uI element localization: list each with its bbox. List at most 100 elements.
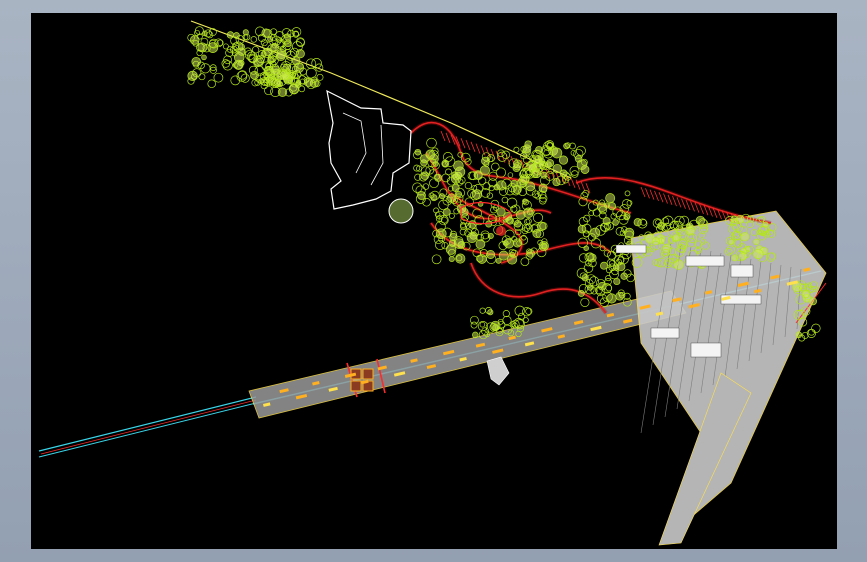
parking-stall-line xyxy=(649,189,655,200)
tree-canopy xyxy=(753,238,760,246)
tree-canopy xyxy=(736,214,745,224)
tree-canopy xyxy=(753,248,764,260)
existing-building-wing xyxy=(370,124,384,186)
tree-canopy xyxy=(491,162,500,172)
tree-canopy xyxy=(552,163,562,174)
promenade-planter xyxy=(362,368,374,380)
tree-canopy xyxy=(298,85,306,93)
parking-stall-line xyxy=(640,186,646,198)
tree-canopy xyxy=(426,137,437,149)
tree-canopy xyxy=(624,190,631,197)
tree-canopy xyxy=(801,290,810,299)
tree-canopy xyxy=(621,199,632,209)
tree-canopy xyxy=(738,252,747,261)
tree-canopy xyxy=(795,331,803,339)
parking-stall-line xyxy=(645,188,650,199)
tree-canopy xyxy=(279,70,290,81)
tree-canopy xyxy=(809,297,817,306)
tree-canopy xyxy=(504,229,515,240)
tree-canopy xyxy=(686,222,694,230)
promenade-pavilion xyxy=(486,356,510,386)
tree-canopy xyxy=(305,67,317,79)
tree-canopy xyxy=(575,145,586,156)
tree-canopy xyxy=(448,255,455,263)
tree-canopy xyxy=(305,58,317,69)
tree-canopy xyxy=(233,59,244,70)
tree-canopy xyxy=(580,165,590,174)
tree-canopy xyxy=(487,232,494,240)
tree-canopy xyxy=(451,183,460,192)
tree-canopy xyxy=(522,198,528,204)
tree-canopy xyxy=(481,156,490,166)
tree-canopy xyxy=(311,58,322,69)
tree-canopy xyxy=(288,83,300,94)
tree-canopy xyxy=(551,147,563,159)
parking-stall-line xyxy=(580,181,586,192)
tree-canopy xyxy=(605,193,616,204)
parking-stall-line xyxy=(570,177,576,188)
tree-canopy xyxy=(448,212,455,219)
tree-canopy xyxy=(695,215,706,226)
tree-canopy xyxy=(479,307,486,314)
tree-canopy xyxy=(213,72,224,83)
plaza-building-block xyxy=(615,244,647,254)
plaza-building-block xyxy=(730,264,754,278)
parking-stall-line xyxy=(460,138,466,149)
parking-stall-line xyxy=(676,197,682,208)
tree-canopy xyxy=(455,253,466,264)
parking-stall-line xyxy=(440,130,446,142)
tree-canopy xyxy=(207,79,216,89)
tree-canopy xyxy=(434,173,443,182)
tree-canopy xyxy=(222,60,233,71)
tree-canopy xyxy=(501,196,509,204)
tree-canopy xyxy=(464,181,473,190)
tree-canopy xyxy=(740,232,750,242)
tree-canopy xyxy=(270,43,279,52)
tree-canopy xyxy=(571,170,579,178)
parking-stall-line xyxy=(470,141,476,152)
tree-canopy xyxy=(189,35,200,45)
tree-canopy xyxy=(620,272,628,280)
tree-canopy xyxy=(495,257,502,264)
tree-canopy xyxy=(600,261,608,270)
tree-canopy xyxy=(587,253,597,263)
plaza-building-block xyxy=(650,327,680,339)
tree-canopy xyxy=(470,315,479,325)
tree-canopy xyxy=(487,309,494,316)
tree-canopy xyxy=(475,239,486,249)
tree-canopy xyxy=(522,144,532,154)
tree-canopy xyxy=(603,202,610,209)
tree-canopy xyxy=(275,51,286,62)
tree-canopy xyxy=(552,178,561,187)
tree-canopy xyxy=(532,212,544,223)
tree-canopy xyxy=(250,36,258,43)
tree-canopy xyxy=(811,323,821,333)
tree-canopy xyxy=(613,277,621,286)
tree-canopy xyxy=(673,259,684,270)
tree-canopy xyxy=(577,289,585,297)
tree-canopy xyxy=(420,154,429,164)
entrance-axis-line xyxy=(38,402,257,458)
tree-canopy xyxy=(479,321,486,328)
tree-canopy xyxy=(615,291,625,301)
tree-canopy xyxy=(222,43,229,50)
tree-canopy xyxy=(435,228,447,240)
tree-canopy xyxy=(261,28,271,38)
tree-canopy xyxy=(583,214,591,223)
tree-canopy xyxy=(230,75,241,86)
parking-stall-line xyxy=(672,195,677,207)
tree-canopy xyxy=(472,331,479,339)
tree-canopy xyxy=(523,317,529,323)
existing-building-wing xyxy=(342,112,367,174)
tree-canopy xyxy=(525,181,536,192)
garden-path-shoulder xyxy=(469,262,608,315)
tree-canopy xyxy=(194,29,200,36)
tree-canopy xyxy=(502,315,512,325)
tree-canopy xyxy=(429,178,439,189)
tree-canopy xyxy=(558,155,569,165)
plaza-paving-layer xyxy=(248,210,827,546)
tree-canopy xyxy=(563,142,570,150)
tree-canopy xyxy=(493,184,500,191)
parking-stall-line xyxy=(663,193,668,204)
cad-viewport[interactable] xyxy=(31,13,837,549)
